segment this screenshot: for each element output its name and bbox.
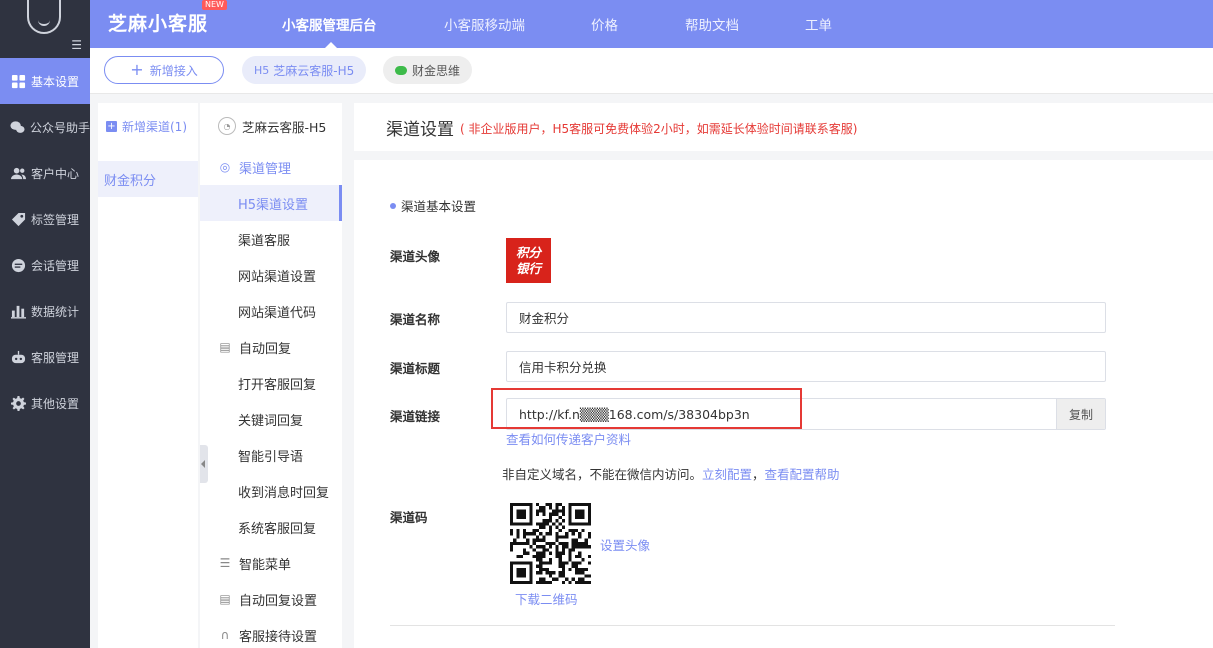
menu-item-h5-channel-settings[interactable]: H5渠道设置 (200, 185, 342, 221)
sidebar-item-agent-management[interactable]: 客服管理 (0, 334, 90, 380)
configure-now-link[interactable]: 立刻配置 (702, 467, 752, 482)
channel-item-caijin[interactable]: 财金积分 (98, 161, 198, 197)
sidebar-item-label: 数据统计 (31, 304, 80, 319)
channel-list: + 新增渠道(1) 财金积分 (98, 103, 198, 648)
sidebar-item-label: 基本设置 (31, 74, 80, 89)
domain-notice: 非自定义域名，不能在微信内访问。立刻配置，查看配置帮助 (502, 467, 840, 482)
nav-pricing[interactable]: 价格 (591, 0, 618, 48)
collapse-menu-handle[interactable] (200, 445, 208, 483)
wechat-icon (395, 65, 407, 75)
menu-item-website-channel-code[interactable]: 网站渠道代码 (200, 293, 342, 329)
plus-icon: + (130, 60, 144, 79)
message-icon: ▤ (219, 340, 231, 354)
pass-customer-info-link[interactable]: 查看如何传递客户资料 (506, 429, 631, 448)
menu-item-keyword-reply[interactable]: 关键词回复 (200, 401, 342, 437)
message-icon: ▤ (219, 592, 231, 606)
sidebar-item-label: 其他设置 (31, 396, 80, 411)
avatar-label: 渠道头像 (390, 249, 441, 264)
nav-help-docs[interactable]: 帮助文档 (685, 0, 739, 48)
sidebar-item-customer-center[interactable]: 客户中心 (0, 150, 90, 196)
menu-header: ◔ 芝麻云客服-H5 (200, 103, 342, 149)
menu-item-channel-agents[interactable]: 渠道客服 (200, 221, 342, 257)
plus-square-icon: + (106, 120, 117, 132)
sidebar-item-session-management[interactable]: 会话管理 (0, 242, 90, 288)
nav-tickets[interactable]: 工单 (805, 0, 832, 48)
list-icon: ☰ (219, 556, 231, 570)
menu-group-channel-management[interactable]: ◎ 渠道管理 (200, 149, 342, 185)
headset-icon: ∩ (220, 628, 230, 642)
left-sidebar: ☰ 基本设置 公众号助手 客户中心 标签管理 会话管理 数据统计 客服管理 其他… (0, 0, 90, 648)
brand-logo: 芝麻小客服 (108, 13, 209, 35)
set-avatar-link[interactable]: 设置头像 (600, 535, 650, 554)
menu-item-system-reply[interactable]: 系统客服回复 (200, 509, 342, 545)
users-icon (10, 165, 26, 181)
page-title: 渠道设置 (386, 119, 454, 140)
add-access-button[interactable]: + 新增接入 (104, 56, 224, 84)
channel-logo-icon: ◔ (218, 117, 236, 135)
menu-item-website-channel-settings[interactable]: 网站渠道设置 (200, 257, 342, 293)
menu-group-reception-settings[interactable]: ∩ 客服接待设置 (200, 617, 342, 648)
config-help-link[interactable]: 查看配置帮助 (765, 467, 840, 482)
robot-icon (10, 349, 26, 365)
menu-item-on-message-reply[interactable]: 收到消息时回复 (200, 473, 342, 509)
top-navigation-bar: 芝麻小客服 NEW 小客服管理后台 小客服移动端 价格 帮助文档 工单 (90, 0, 1213, 48)
bullet-icon (390, 202, 396, 209)
menu-group-auto-reply-settings[interactable]: ▤ 自动回复设置 (200, 581, 342, 617)
sidebar-item-basic-settings[interactable]: 基本设置 (0, 58, 90, 104)
menu-item-smart-guide[interactable]: 智能引导语 (200, 437, 342, 473)
h5-icon: H5 (254, 63, 270, 77)
channel-name-input[interactable]: 财金积分 (506, 302, 1106, 333)
menu-group-auto-reply[interactable]: ▤ 自动回复 (200, 329, 342, 365)
sidebar-item-wechat-assistant[interactable]: 公众号助手 (0, 104, 90, 150)
channel-settings-form: 渠道基本设置 渠道头像 积分 银行 渠道名称 财金积分 渠道标题 信用卡积分兑换… (354, 160, 1213, 648)
logo: ☰ (0, 0, 90, 58)
nav-admin-backend[interactable]: 小客服管理后台 (282, 0, 377, 48)
trial-notice: ( 非企业版用户，H5客服可免费体验2小时，如需延长体验时间请联系客服) (460, 121, 858, 136)
channel-qr-code (510, 503, 591, 584)
grid-icon (10, 73, 26, 89)
link-label: 渠道链接 (390, 409, 441, 424)
sidebar-item-label: 标签管理 (31, 212, 80, 227)
nav-mobile[interactable]: 小客服移动端 (444, 0, 525, 48)
sidebar-item-label: 会话管理 (31, 258, 80, 273)
sidebar-item-label: 客服管理 (31, 350, 80, 365)
tag-icon (10, 211, 26, 227)
channel-title-input[interactable]: 信用卡积分兑换 (506, 351, 1106, 382)
new-badge: NEW (202, 0, 227, 10)
title-label: 渠道标题 (390, 361, 441, 376)
sidebar-item-tag-management[interactable]: 标签管理 (0, 196, 90, 242)
menu-group-smart-menu[interactable]: ☰ 智能菜单 (200, 545, 342, 581)
sidebar-item-label: 公众号助手 (30, 120, 90, 135)
headset-icon: ◎ (219, 160, 231, 174)
download-qr-link[interactable]: 下载二维码 (515, 589, 578, 608)
sidebar-item-other-settings[interactable]: 其他设置 (0, 380, 90, 426)
section-divider (390, 625, 1115, 626)
add-channel-button[interactable]: + 新增渠道(1) (98, 103, 198, 149)
gear-icon (10, 395, 26, 411)
page-header: 渠道设置 ( 非企业版用户，H5客服可免费体验2小时，如需延长体验时间请联系客服… (354, 103, 1213, 151)
logo-icon (27, 0, 61, 34)
chat-icon (10, 257, 26, 273)
wechat-icon (10, 119, 25, 135)
copy-button[interactable]: 复制 (1056, 399, 1105, 429)
section-title: 渠道基本设置 (390, 196, 476, 215)
channel-avatar[interactable]: 积分 银行 (506, 238, 551, 283)
name-label: 渠道名称 (390, 312, 441, 327)
bar-chart-icon (10, 303, 26, 319)
channel-tabs-bar: + 新增接入 H5 芝麻云客服-H5 财金思维 (90, 48, 1213, 94)
highlight-annotation (491, 388, 802, 429)
sidebar-item-statistics[interactable]: 数据统计 (0, 288, 90, 334)
settings-menu: ◔ 芝麻云客服-H5 ◎ 渠道管理 H5渠道设置 渠道客服 网站渠道设置 网站渠道… (200, 103, 342, 648)
qr-label: 渠道码 (390, 510, 428, 525)
menu-toggle-icon[interactable]: ☰ (71, 38, 82, 52)
tab-h5-channel[interactable]: H5 芝麻云客服-H5 (242, 56, 367, 84)
sidebar-item-label: 客户中心 (31, 166, 80, 181)
tab-wechat-channel[interactable]: 财金思维 (383, 56, 473, 84)
menu-item-open-reply[interactable]: 打开客服回复 (200, 365, 342, 401)
